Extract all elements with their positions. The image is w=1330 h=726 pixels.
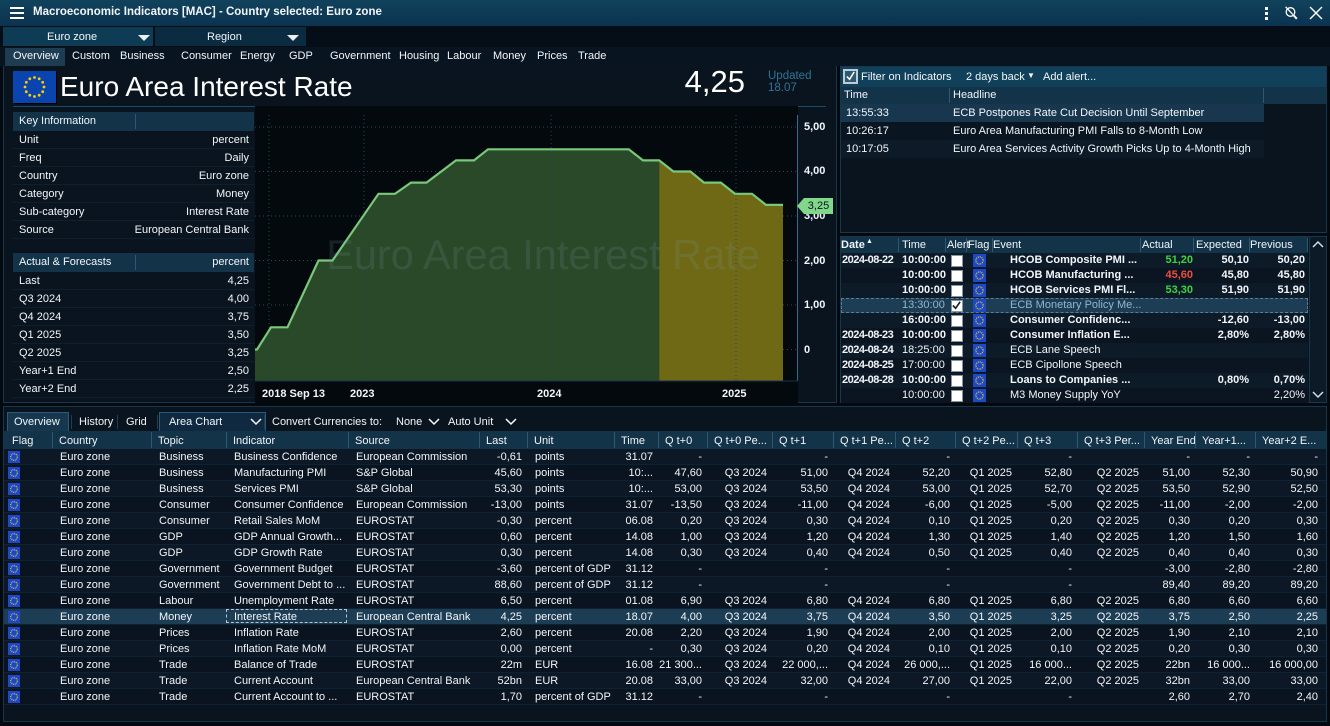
svg-text:Euro Area Interest Rate: Euro Area Interest Rate (326, 231, 760, 278)
